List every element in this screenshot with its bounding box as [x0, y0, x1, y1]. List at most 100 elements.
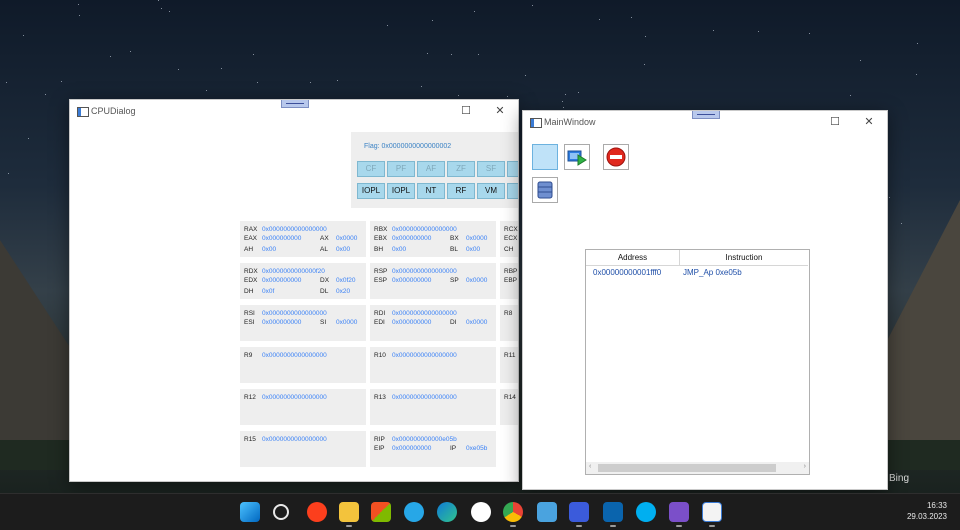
register-label: RSP [374, 268, 388, 275]
star-decoration [599, 19, 600, 20]
close-button[interactable]: ✕ [492, 103, 508, 119]
star-decoration [917, 43, 918, 44]
star-decoration [645, 36, 646, 37]
database-app-icon[interactable] [569, 502, 589, 522]
register-label: SI [320, 319, 327, 326]
column-header-address[interactable]: Address [586, 250, 680, 266]
register-group-rdx: RDX 0x0000000000000f20 EDX 0x000000000 D… [240, 263, 366, 299]
flag-iopl-1[interactable]: IOPL [357, 183, 385, 199]
star-decoration [758, 31, 759, 32]
taskbar: 16:33 29.03.2023 [0, 493, 960, 530]
star-decoration [563, 107, 564, 108]
scrollbar-thumb[interactable] [598, 464, 776, 472]
register-group-rip: RIP 0x000000000000e05b EIP 0x000000000 I… [370, 431, 496, 467]
chrome-icon[interactable] [503, 502, 523, 522]
register-label: RDX [244, 268, 258, 275]
scroll-left-icon[interactable]: ‹ [589, 463, 591, 470]
store-icon[interactable] [371, 502, 391, 522]
app-window-icon[interactable] [702, 502, 722, 522]
system-clock[interactable]: 16:33 29.03.2023 [907, 500, 947, 522]
outlook-icon[interactable] [603, 502, 623, 522]
flag-zf[interactable]: ZF [447, 161, 475, 177]
register-label: IP [450, 445, 457, 452]
select-tool-button[interactable] [532, 144, 558, 170]
maximize-button[interactable]: ☐ [827, 114, 843, 130]
memory-button[interactable] [532, 177, 558, 203]
skype-icon[interactable] [636, 502, 656, 522]
window-title: CPUDialog [91, 106, 136, 116]
run-button[interactable] [564, 144, 590, 170]
star-decoration [45, 94, 46, 95]
yandex-browser-icon[interactable] [307, 502, 327, 522]
register-label: DX [320, 277, 330, 284]
flag-sf[interactable]: SF [477, 161, 505, 177]
register-label: R13 [374, 394, 386, 401]
drag-grip-icon[interactable] [692, 111, 720, 119]
r9-value: 0x0000000000000000 [262, 352, 327, 359]
register-label: EBX [374, 235, 388, 242]
maximize-button[interactable]: ☐ [458, 103, 474, 119]
cell-instruction[interactable]: JMP_Ap 0xe05b [683, 268, 742, 277]
register-group-r10: R10 0x0000000000000000 [370, 347, 496, 383]
drag-grip-icon[interactable] [281, 100, 309, 108]
rsi-value: 0x0000000000000000 [262, 310, 327, 317]
search-icon[interactable] [273, 504, 289, 520]
register-label: BH [374, 246, 384, 253]
rsp-value: 0x0000000000000000 [392, 268, 457, 275]
column-header-instruction[interactable]: Instruction [680, 250, 808, 266]
edge-icon[interactable] [437, 502, 457, 522]
rax-value: 0x0000000000000000 [262, 226, 327, 233]
flag-af[interactable]: AF [417, 161, 445, 177]
register-label: EDI [374, 319, 385, 326]
flag-vm[interactable]: VM [477, 183, 505, 199]
register-label: CH [504, 246, 514, 253]
r12-value: 0x0000000000000000 [262, 394, 327, 401]
file-explorer-icon[interactable] [339, 502, 359, 522]
star-decoration [169, 11, 170, 12]
star-decoration [221, 68, 222, 69]
edx-value: 0x000000000 [262, 277, 302, 284]
star-decoration [474, 11, 475, 12]
flag-partial[interactable] [507, 161, 518, 177]
cell-address[interactable]: 0x00000000001fff0 [593, 268, 661, 277]
visual-studio-icon[interactable] [669, 502, 689, 522]
start-icon[interactable] [240, 502, 260, 522]
register-label: R9 [244, 352, 253, 359]
register-label: RCX [504, 226, 518, 233]
flag-cf[interactable]: CF [357, 161, 385, 177]
telegram-icon[interactable] [404, 502, 424, 522]
register-label: BL [450, 246, 458, 253]
stop-button[interactable] [603, 144, 629, 170]
flag-pf[interactable]: PF [387, 161, 415, 177]
star-decoration [61, 81, 62, 82]
flag-iopl-2[interactable]: IOPL [387, 183, 415, 199]
sp-value: 0x0000 [466, 277, 488, 284]
star-decoration [631, 17, 632, 18]
star-decoration [532, 5, 533, 6]
star-decoration [507, 96, 508, 97]
scroll-right-icon[interactable]: › [804, 463, 806, 470]
star-decoration [860, 60, 861, 61]
si-value: 0x0000 [336, 319, 358, 326]
star-decoration [850, 95, 851, 96]
main-window-titlebar[interactable]: MainWindow ☐ ✕ [523, 111, 887, 133]
notepad-icon[interactable] [537, 502, 557, 522]
register-group-rbx: RBX 0x0000000000000000 EBX 0x000000000 B… [370, 221, 496, 257]
star-decoration [578, 92, 579, 93]
star-decoration [79, 15, 80, 16]
flag-ac[interactable]: A [507, 183, 518, 199]
flag-rf[interactable]: RF [447, 183, 475, 199]
star-decoration [6, 82, 7, 83]
register-label: RDI [374, 310, 386, 317]
close-button[interactable]: ✕ [861, 114, 877, 130]
running-indicator [346, 525, 352, 527]
star-decoration [713, 30, 714, 31]
horizontal-scrollbar[interactable]: ‹ › [586, 462, 809, 474]
cpu-dialog-titlebar[interactable]: CPUDialog ☐ ✕ [70, 100, 518, 122]
flag-nt[interactable]: NT [417, 183, 445, 199]
ip-value: 0xe05b [466, 445, 488, 452]
yandex-icon[interactable] [471, 502, 491, 522]
star-decoration [310, 82, 311, 83]
al-value: 0x00 [336, 246, 351, 253]
instruction-list[interactable]: Address Instruction 0x00000000001fff0 JM… [585, 249, 810, 475]
